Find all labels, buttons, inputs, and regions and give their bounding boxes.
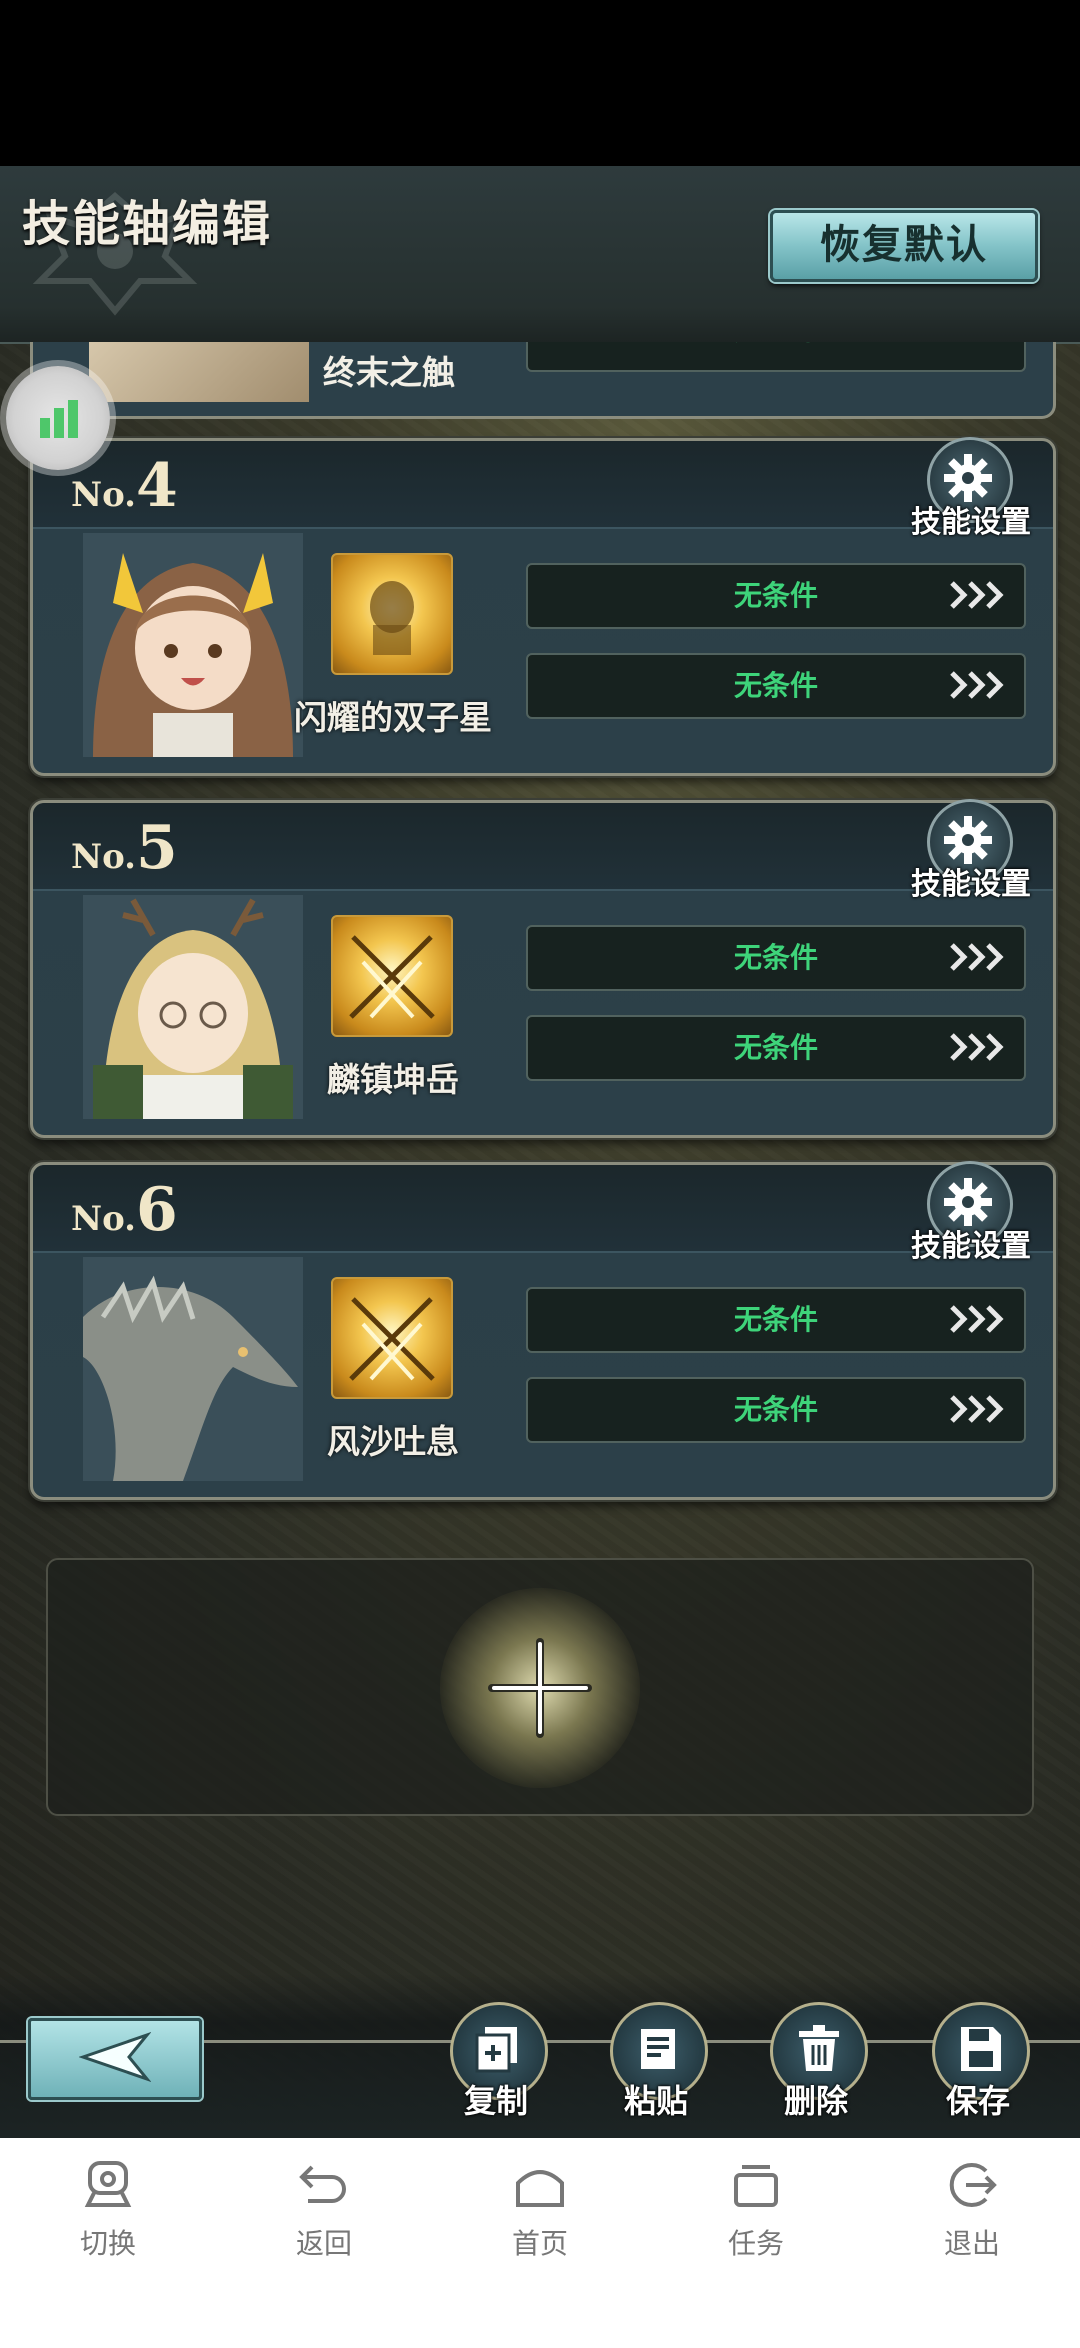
card-header bbox=[33, 803, 1053, 891]
triple-chevron-icon bbox=[950, 671, 1004, 699]
copy-icon bbox=[475, 2027, 517, 2073]
skill-settings-label: 技能设置 bbox=[911, 867, 1031, 902]
floppy-disk-icon bbox=[961, 2027, 1001, 2071]
skill-name: 麟镇坤岳 bbox=[327, 1060, 459, 1099]
add-skill-slot[interactable] bbox=[46, 1558, 1034, 1816]
delete-button[interactable]: 删除 bbox=[766, 2002, 868, 2122]
paste-button[interactable]: 粘贴 bbox=[606, 2002, 708, 2122]
plus-icon bbox=[488, 1638, 592, 1738]
condition-row-1[interactable]: 无条件 bbox=[526, 563, 1026, 629]
triple-chevron-icon bbox=[950, 1395, 1004, 1423]
triple-chevron-icon bbox=[950, 1305, 1004, 1333]
back-arrow-button[interactable] bbox=[28, 2018, 202, 2100]
skill-icon-twin-star bbox=[331, 553, 453, 675]
copy-button[interactable]: 复制 bbox=[446, 2002, 548, 2122]
header-bar: 技能轴编辑 恢复默认 bbox=[0, 166, 1080, 344]
nav-switch-label: 切换 bbox=[79, 2227, 136, 2260]
card-number: No.5 bbox=[71, 813, 178, 883]
nav-back[interactable]: 返回 bbox=[264, 2152, 384, 2262]
nav-home[interactable]: 首页 bbox=[480, 2152, 600, 2262]
card-number: No.6 bbox=[71, 1175, 178, 1245]
home-icon bbox=[516, 2170, 564, 2207]
nav-home-label: 首页 bbox=[511, 2227, 568, 2260]
arrow-left-icon bbox=[79, 2032, 151, 2082]
bar-chart-icon bbox=[40, 400, 78, 438]
skill-icon-crossed-spears bbox=[331, 1277, 453, 1399]
condition-row[interactable]: 无条件 bbox=[526, 342, 1026, 372]
game-screen: 技能轴编辑 恢复默认 终末之触 无条件 No.4 技能设置 bbox=[0, 166, 1080, 2138]
card-header bbox=[33, 1165, 1053, 1253]
skill-card-5[interactable]: No.5 技能设置 麟镇坤岳 无条件 无条件 bbox=[30, 799, 1056, 1138]
skill-card-partial: 终末之触 无条件 bbox=[30, 342, 1056, 419]
skill-icon-crossed-spears bbox=[331, 915, 453, 1037]
nav-switch[interactable]: 切换 bbox=[48, 2152, 168, 2262]
triple-chevron-icon bbox=[950, 581, 1004, 609]
skill-card-6[interactable]: No.6 技能设置 风沙吐息 无条件 无条件 bbox=[30, 1161, 1056, 1500]
triple-chevron-icon bbox=[950, 943, 1004, 971]
nav-tasks-label: 任务 bbox=[727, 2227, 784, 2260]
character-portrait bbox=[83, 533, 303, 757]
skill-name: 风沙吐息 bbox=[327, 1422, 459, 1461]
skill-name: 终末之触 bbox=[323, 353, 455, 392]
skill-card-4[interactable]: No.4 技能设置 闪耀的双子星 无条件 无条件 bbox=[30, 437, 1056, 776]
paste-label: 粘贴 bbox=[623, 2082, 688, 2120]
nav-exit[interactable]: 退出 bbox=[912, 2152, 1032, 2262]
skill-name: 闪耀的双子星 bbox=[294, 698, 492, 737]
skill-settings-label: 技能设置 bbox=[911, 1229, 1031, 1264]
condition-row-2[interactable]: 无条件 bbox=[526, 653, 1026, 719]
character-portrait bbox=[83, 895, 303, 1119]
copy-label: 复制 bbox=[463, 2082, 528, 2120]
nav-back-label: 返回 bbox=[295, 2227, 352, 2260]
switch-icon bbox=[84, 2161, 132, 2207]
card-header bbox=[33, 441, 1053, 529]
system-nav-bar: 切换 返回 首页 任务 退出 bbox=[0, 2138, 1080, 2348]
paste-icon bbox=[641, 2029, 675, 2069]
nav-tasks[interactable]: 任务 bbox=[696, 2152, 816, 2262]
floating-stats-button[interactable] bbox=[6, 366, 110, 470]
tasks-icon bbox=[734, 2165, 778, 2207]
add-glow bbox=[440, 1588, 640, 1788]
exit-icon bbox=[949, 2163, 997, 2207]
triple-chevron-icon bbox=[950, 1033, 1004, 1061]
skill-list[interactable]: 终末之触 无条件 No.4 技能设置 bbox=[0, 342, 1080, 1702]
condition-row-2[interactable]: 无条件 bbox=[526, 1015, 1026, 1081]
skill-settings-label: 技能设置 bbox=[911, 505, 1031, 540]
save-label: 保存 bbox=[945, 2082, 1010, 2120]
condition-row-2[interactable]: 无条件 bbox=[526, 1377, 1026, 1443]
condition-row-1[interactable]: 无条件 bbox=[526, 1287, 1026, 1353]
reset-default-button[interactable]: 恢复默认 bbox=[770, 210, 1038, 282]
nav-exit-label: 退出 bbox=[943, 2227, 1000, 2260]
trash-icon bbox=[799, 2025, 839, 2071]
portrait-partial bbox=[89, 342, 309, 402]
undo-icon bbox=[299, 2165, 346, 2203]
condition-row-1[interactable]: 无条件 bbox=[526, 925, 1026, 991]
save-button[interactable]: 保存 bbox=[928, 2002, 1030, 2122]
bottom-toolbar: 复制 粘贴 删除 保存 bbox=[0, 1974, 1080, 2138]
character-portrait bbox=[83, 1257, 303, 1481]
condition-label: 无条件 bbox=[528, 342, 1024, 350]
delete-label: 删除 bbox=[783, 2082, 848, 2120]
page-title: 技能轴编辑 bbox=[22, 196, 273, 252]
